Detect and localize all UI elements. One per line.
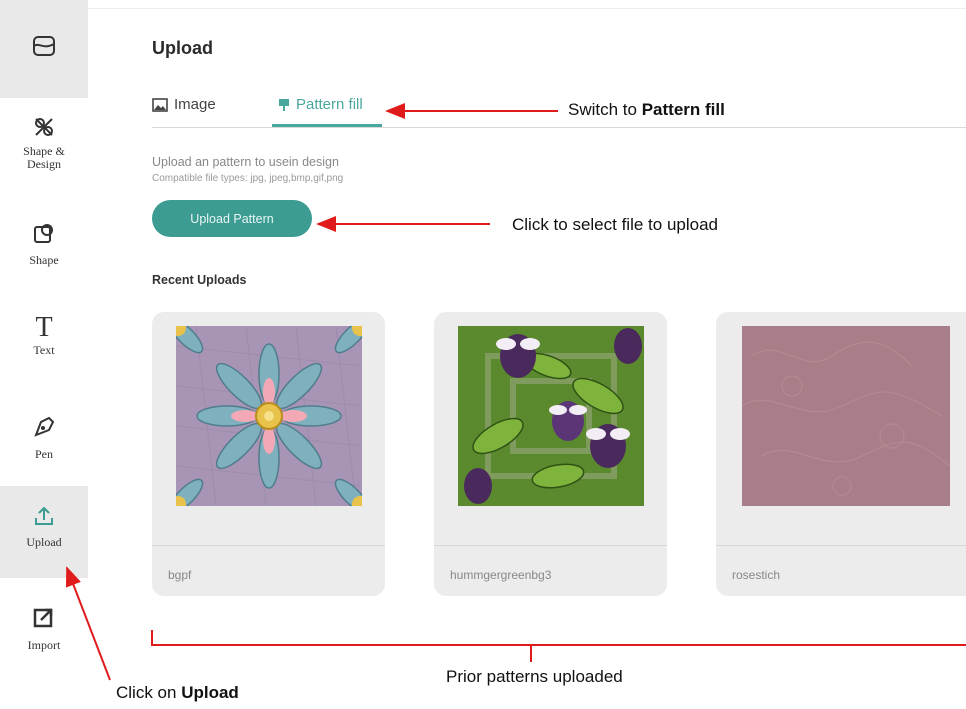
annotation-select-file: Click to select file to upload — [512, 215, 718, 234]
annotation-prior-patterns: Prior patterns uploaded — [446, 667, 623, 686]
annotation-click-upload: Click on Upload — [116, 683, 239, 703]
annotation-click-upload-bold: Upload — [181, 683, 239, 702]
annotation-switch-bold: Pattern fill — [641, 100, 725, 119]
arrow-to-upload-sidebar — [65, 566, 111, 681]
annotation-click-upload-text: Click on — [116, 683, 182, 702]
annotation-switch: Switch to Pattern fill — [568, 100, 725, 120]
annotation-switch-text: Switch to — [568, 100, 642, 119]
bracket-prior-uploads — [151, 630, 966, 646]
annotation-overlay — [65, 103, 966, 681]
